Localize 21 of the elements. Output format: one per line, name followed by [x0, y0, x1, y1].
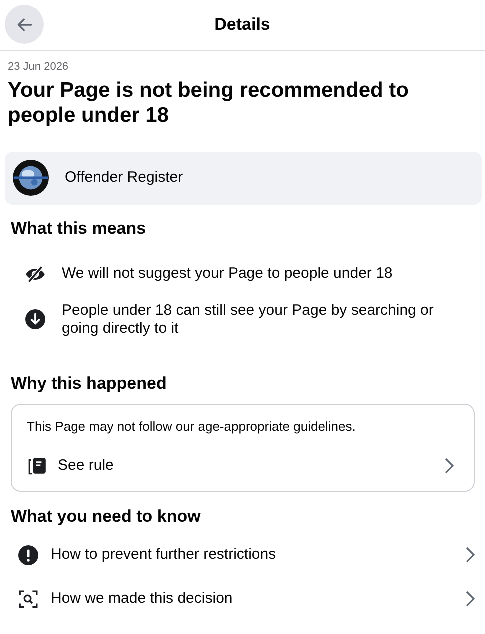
- section-heading: Why this happened: [10, 372, 168, 395]
- page-name: Offender Register: [65, 169, 184, 187]
- page-title: Details: [214, 14, 270, 36]
- scan-search-icon: [18, 588, 39, 610]
- down-arrow-circle-icon: [25, 309, 46, 330]
- info-text: People under 18 can still see your Page by searching or going directly to it: [62, 302, 435, 338]
- info-text: We will not suggest your Page to people under 18: [62, 265, 393, 284]
- page-card[interactable]: Offender Register: [5, 152, 482, 204]
- back-button[interactable]: [5, 5, 44, 44]
- info-link[interactable]: How we made this decision: [18, 577, 480, 622]
- book-icon: [27, 456, 48, 477]
- date-text: 23 Jun 2026: [8, 60, 70, 75]
- exclamation-circle-icon: [18, 544, 39, 566]
- info-link[interactable]: How to prevent further restrictions: [18, 533, 480, 578]
- section-heading: What you need to know: [10, 506, 202, 528]
- back-arrow-icon: [16, 16, 34, 34]
- see-rule-link[interactable]: See rule: [27, 456, 459, 477]
- hidden-eye-icon: [25, 264, 46, 285]
- reason-text: This Page may not follow our age-appropriate guidelines.: [27, 418, 357, 436]
- headline: Your Page is not being recommended to people under 18: [8, 78, 410, 128]
- section-heading: What this means: [11, 218, 148, 239]
